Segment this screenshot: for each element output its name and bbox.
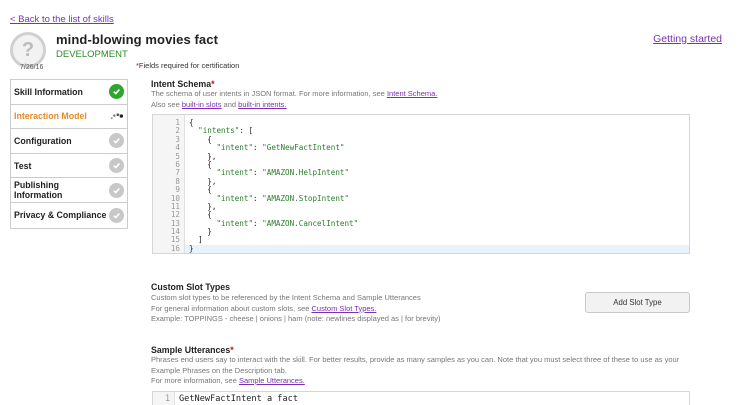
line-number: 1 (153, 392, 175, 405)
line-number: 2 (153, 126, 185, 136)
code-line: 11 }, (153, 202, 689, 212)
line-number: 11 (153, 202, 185, 212)
line-number: 16 (153, 244, 185, 254)
code-line: 8 }, (153, 177, 689, 187)
sidebar-nav: Skill Information Interaction Model Conf… (10, 79, 128, 229)
add-slot-type-button[interactable]: Add Slot Type (585, 292, 690, 313)
sidebar-item-test[interactable]: Test (11, 154, 127, 179)
sample-utterances-editor[interactable]: 1 GetNewFactIntent a fact (152, 391, 690, 405)
sample-utterances-title: Sample Utterances* (151, 345, 234, 355)
sidebar-item-interaction-model[interactable]: Interaction Model (11, 105, 127, 130)
intent-schema-editor[interactable]: 1{2 "intents": [3 {4 "intent": "GetNewFa… (152, 114, 690, 254)
required-fields-note: *Fields required for certification (136, 61, 240, 70)
custom-slot-types-title: Custom Slot Types (151, 282, 231, 292)
line-number: 12 (153, 210, 185, 220)
sample-utterances-link[interactable]: Sample Utterances. (239, 376, 305, 385)
sidebar-item-privacy-compliance[interactable]: Privacy & Compliance (11, 203, 127, 228)
line-number: 5 (153, 152, 185, 161)
checkmark-icon (109, 158, 124, 174)
sidebar-item-label: Interaction Model (14, 111, 87, 122)
checkmark-icon (109, 84, 124, 100)
sidebar-item-label: Skill Information (14, 86, 83, 97)
code-line: 4 "intent": "GetNewFactIntent" (153, 143, 689, 153)
sidebar-item-skill-information[interactable]: Skill Information (11, 80, 127, 105)
skill-status: DEVELOPMENT (56, 49, 128, 60)
sidebar-item-label: Privacy & Compliance (14, 210, 107, 221)
code-text: ] (189, 235, 203, 245)
code-line: 13 "intent": "AMAZON.CancelIntent" (153, 219, 689, 229)
sidebar-item-publishing-information[interactable]: Publishing Information (11, 178, 127, 203)
line-number: 13 (153, 219, 185, 229)
sidebar-item-configuration[interactable]: Configuration (11, 129, 127, 154)
checkmark-icon (109, 182, 124, 198)
sample-utterances-description: Phrases end users say to interact with t… (151, 355, 680, 385)
code-line: 16} (153, 243, 689, 254)
code-line: 14 } (153, 227, 689, 237)
skill-placeholder-icon: ? (10, 32, 46, 68)
getting-started-link[interactable]: Getting started (653, 33, 722, 45)
line-number: 1 (153, 118, 185, 128)
utterance-line: GetNewFactIntent a fact (179, 394, 298, 404)
intent-schema-description: The schema of user intents in JSON forma… (151, 89, 438, 109)
loading-spinner-icon (109, 109, 124, 124)
code-line: 10 "intent": "AMAZON.StopIntent" (153, 194, 689, 203)
line-number: 7 (153, 168, 185, 178)
checkmark-icon (109, 207, 124, 223)
checkmark-icon (109, 133, 124, 149)
code-line: 7 "intent": "AMAZON.HelpIntent" (153, 168, 689, 178)
sidebar-item-label: Publishing Information (14, 180, 63, 201)
line-number: 3 (153, 135, 185, 145)
line-number: 6 (153, 160, 185, 170)
code-text: } (189, 243, 194, 253)
line-number: 8 (153, 177, 185, 187)
built-in-intents-link[interactable]: built-in intents. (238, 100, 286, 109)
line-number: 14 (153, 227, 185, 237)
sidebar-item-label: Test (14, 160, 32, 171)
skill-name: mind-blowing movies fact (56, 32, 219, 47)
sidebar-item-label: Configuration (14, 135, 72, 146)
custom-slot-types-link[interactable]: Custom Slot Types. (312, 304, 377, 313)
skill-date: 7/26/16 (20, 64, 44, 71)
code-line: 5 }, (153, 152, 689, 161)
line-number: 10 (153, 194, 185, 203)
intent-schema-title: Intent Schema* (151, 79, 215, 89)
code-line: 15 ] (153, 235, 689, 245)
line-number: 4 (153, 143, 185, 153)
line-number: 9 (153, 185, 185, 195)
built-in-slots-link[interactable]: built-in slots (182, 100, 222, 109)
back-to-skills-link[interactable]: < Back to the list of skills (10, 14, 114, 25)
intent-schema-link[interactable]: Intent Schema. (387, 89, 437, 98)
custom-slot-types-description: Custom slot types to be referenced by th… (151, 293, 441, 323)
line-number: 15 (153, 236, 185, 245)
code-line: 2 "intents": [ (153, 126, 689, 136)
